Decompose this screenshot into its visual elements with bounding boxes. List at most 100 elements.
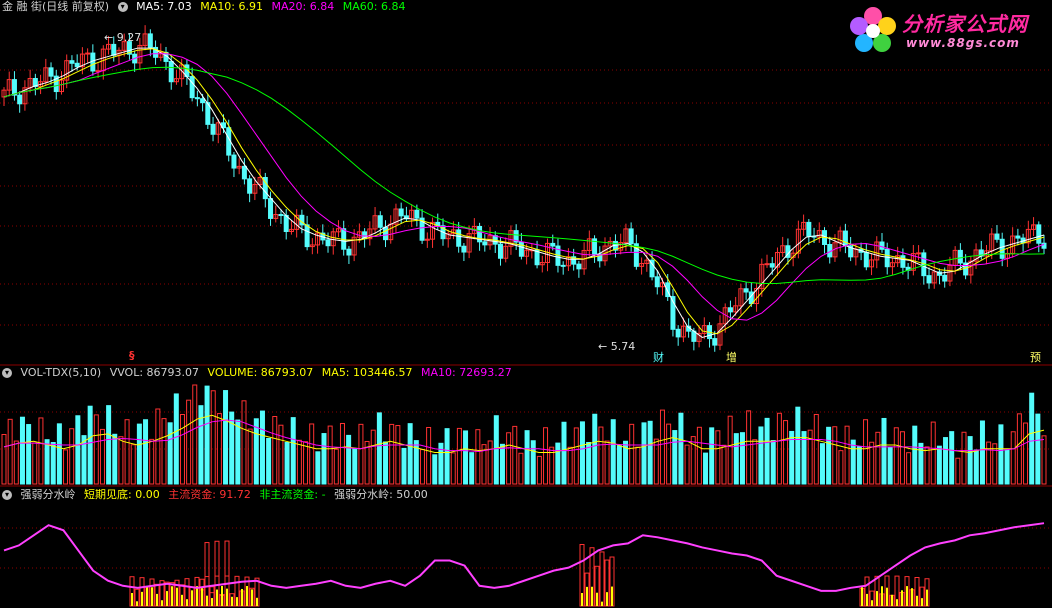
candle-body — [383, 226, 389, 241]
volume-bar — [881, 417, 887, 485]
stock-title[interactable]: 金 融 街(日线 前复权) — [2, 0, 109, 13]
volume-bar — [223, 390, 229, 485]
short-bottom-bar — [916, 595, 918, 606]
short-bottom-bar — [136, 601, 138, 606]
volume-bar — [38, 417, 44, 485]
candle-body — [11, 79, 17, 96]
candle-body — [147, 33, 153, 48]
volume-bar — [179, 413, 185, 485]
volume-bar — [475, 429, 481, 485]
volume-bar — [1035, 413, 1041, 485]
vvol-value: VVOL: 86793.07 — [109, 366, 200, 379]
volume-bar — [63, 449, 69, 485]
candle-body — [842, 230, 848, 247]
circle-chevron-icon[interactable]: ▾ — [2, 368, 12, 378]
volume-bar — [610, 419, 616, 485]
stock-chart[interactable] — [0, 0, 1052, 608]
candle-body — [241, 165, 247, 180]
event-marker-increase[interactable]: 增 — [726, 349, 737, 365]
volume-indicator-name[interactable]: VOL-TDX(5,10) — [21, 366, 102, 379]
volume-bar — [863, 419, 869, 485]
short-bottom-bar — [921, 598, 923, 606]
site-logo[interactable]: 分析家公式网 www.88gs.com — [846, 2, 1046, 58]
volume-bar — [333, 448, 339, 485]
volume-bar — [850, 439, 856, 485]
volume-bar — [487, 440, 493, 485]
volume-bar — [272, 416, 278, 485]
candle-body — [879, 241, 885, 250]
candle-body — [283, 214, 289, 232]
volume-bar — [659, 409, 665, 485]
circle-chevron-icon[interactable]: ▾ — [117, 2, 128, 12]
volume-bar — [543, 427, 549, 485]
non-main-fund-value: 非主流资金: - — [259, 488, 326, 501]
short-bottom-bar — [221, 586, 223, 606]
volume-bar — [893, 427, 899, 485]
volume-bar — [259, 410, 265, 485]
event-marker-finance[interactable]: 财 — [653, 349, 664, 365]
candle-body — [926, 275, 932, 284]
volume-bar — [641, 422, 647, 485]
short-bottom-bar — [896, 599, 898, 606]
volume-bar — [346, 434, 352, 485]
volume-bar — [586, 441, 592, 485]
volume-bar — [235, 419, 241, 485]
short-bottom-bar — [901, 590, 903, 606]
volume-bar — [87, 405, 93, 485]
candle-body — [942, 274, 948, 282]
volume-bar — [186, 399, 192, 485]
volume-bar — [727, 415, 733, 485]
short-bottom-bar — [191, 590, 193, 606]
volume-bar — [715, 430, 721, 485]
indicator-name[interactable]: 强弱分水岭 — [21, 488, 76, 501]
volume-bar — [315, 451, 321, 485]
event-marker-forecast[interactable]: 预 — [1030, 349, 1041, 365]
indicator-pane-header: ▾ 强弱分水岭 短期见底: 0.00 主流资金: 91.72 非主流资金: - … — [2, 488, 433, 502]
volume-bar — [666, 423, 672, 485]
watershed-value: 强弱分水岭: 50.00 — [334, 488, 428, 501]
candle-body — [1015, 235, 1021, 239]
short-bottom-bar — [601, 601, 603, 606]
logo-title: 分析家公式网 — [902, 12, 1028, 36]
candle-body — [414, 209, 420, 219]
volume-bar — [924, 446, 930, 485]
main-fund-value: 主流资金: 91.72 — [168, 488, 251, 501]
volume-bar — [604, 440, 610, 485]
candle-body — [1036, 224, 1042, 244]
volume-bar — [752, 439, 758, 485]
short-bottom-bar — [251, 589, 253, 606]
volume-bar — [838, 450, 844, 485]
volume-bar — [592, 413, 598, 485]
candle-body — [999, 238, 1005, 259]
volume-bar — [358, 423, 364, 485]
short-bottom-bar — [226, 588, 228, 606]
circle-chevron-icon[interactable]: ▾ — [2, 490, 12, 500]
short-bottom-bar — [181, 594, 183, 606]
short-bottom-bar — [166, 591, 168, 606]
candle-body — [743, 288, 749, 293]
volume-bar — [499, 443, 505, 485]
volume-bar — [309, 423, 315, 485]
short-bottom-bar — [586, 586, 588, 606]
short-bottom-bar — [176, 587, 178, 606]
volume-bar — [284, 441, 290, 485]
candle-body — [461, 245, 467, 253]
ma20-line — [3, 53, 1045, 321]
volume-bar — [561, 421, 567, 485]
candle-body — [247, 178, 253, 194]
volume-bar — [961, 431, 967, 485]
candle-body — [268, 198, 274, 219]
candle-body — [346, 248, 352, 256]
volume-bar — [407, 423, 413, 485]
candle-body — [69, 60, 75, 64]
candle-body — [884, 248, 890, 268]
candle-body — [806, 221, 812, 237]
ma10-value: MA10: 6.91 — [200, 0, 264, 13]
logo-url: www.88gs.com — [906, 36, 1020, 50]
volume-bar — [1029, 392, 1035, 485]
volume-bar — [832, 426, 838, 485]
candle-body — [168, 60, 174, 83]
volume-bar — [998, 424, 1004, 485]
volume-bar — [684, 444, 690, 485]
event-marker-dividend[interactable]: § — [129, 349, 135, 362]
